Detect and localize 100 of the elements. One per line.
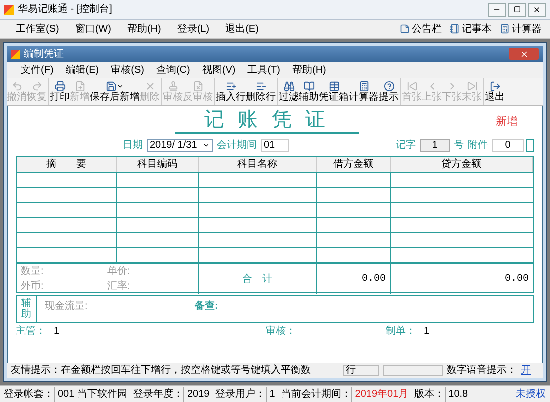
voice-prompt-label: 数字语音提示： [447, 364, 517, 378]
menu-item[interactable]: 视图(V) [196, 62, 242, 78]
column-header: 贷方金额 [391, 157, 533, 172]
skip-back-icon [406, 80, 418, 92]
column-header: 摘 要 [17, 157, 117, 172]
unit-price-label: 单价: [108, 264, 132, 279]
status-label: 登录用户： [216, 388, 266, 402]
date-field[interactable]: 2019/ 1/31 [147, 138, 213, 152]
column-header: 借方金额 [317, 157, 391, 172]
license-link[interactable]: 未授权 [516, 386, 546, 402]
close-icon [533, 6, 541, 14]
calculator-icon [358, 80, 370, 92]
status-label: 当前会计期间： [281, 388, 352, 402]
stamp-icon [168, 80, 178, 92]
number-suffix: 号 [454, 138, 464, 152]
window-title: 编制凭证 [24, 48, 64, 62]
book-icon [304, 80, 314, 92]
credit-total: 0.00 [504, 272, 529, 286]
menu-item[interactable]: 帮助(H) [286, 62, 332, 78]
menu-item[interactable]: 文件(F) [15, 62, 60, 78]
status-label: 登录帐套： [4, 388, 54, 402]
menu-item[interactable]: 工具(T) [242, 62, 286, 78]
status-value: 001 当下软件园 [54, 386, 130, 402]
close-button[interactable] [509, 48, 539, 60]
toolbar-button[interactable]: 过滤 [279, 78, 299, 105]
voice-prompt-link[interactable]: 开 [521, 363, 539, 378]
new-file-icon [74, 80, 86, 92]
signature-value: 1 [424, 324, 430, 338]
calculator-icon [500, 24, 510, 34]
voucher-number-field[interactable]: 1 [420, 138, 450, 152]
toolbar-button[interactable]: 凭证箱 [319, 78, 349, 105]
currency-label: 外币: [21, 280, 45, 294]
maximize-icon [514, 6, 520, 13]
memo-label: 备查: [195, 300, 218, 314]
menu-item[interactable]: 工作室(S) [8, 22, 68, 36]
delete-row-icon [256, 80, 266, 92]
menu-item[interactable]: 审核(S) [105, 62, 150, 78]
total-label: 合 计 [242, 272, 272, 286]
redo-icon [32, 80, 42, 92]
menu-item[interactable]: 编辑(E) [60, 62, 106, 78]
status-value: 2019年01月 [351, 386, 412, 402]
menu-item[interactable]: 登录(L) [169, 22, 218, 36]
hint-text: 友情提示：在金额栏按回车往下增行，按空格键或等号键填入平衡数 [11, 364, 312, 378]
close-icon [144, 80, 156, 92]
toolbar-button[interactable]: 打印 [50, 78, 70, 105]
signature-label: 制单： [386, 324, 416, 338]
period-label: 会计期间 [217, 138, 257, 152]
binoculars-icon [284, 80, 294, 92]
quick-tool-button[interactable]: 公告栏 [400, 22, 442, 36]
column-header: 科目编码 [117, 157, 199, 172]
menu-item[interactable]: 查询(C) [150, 62, 196, 78]
toolbar-button[interactable]: 辅助 [299, 78, 319, 105]
save-icon [106, 80, 117, 92]
spinner-icon[interactable] [526, 138, 534, 152]
table-icon [328, 80, 340, 92]
window-title: 华易记账通 - [控制台] [18, 2, 112, 17]
help-icon [384, 80, 394, 92]
insert-row-icon [226, 80, 236, 92]
debit-total: 0.00 [362, 272, 386, 286]
voucher-title: 记 账 凭 证 [174, 108, 360, 134]
cash-flow-label: 现金流量: [45, 300, 89, 314]
status-field [383, 365, 443, 376]
app-logo-icon [4, 4, 14, 14]
close-button[interactable] [528, 2, 546, 16]
menu-item[interactable]: 帮助(H) [119, 22, 170, 36]
toolbar-button[interactable]: 退出 [485, 78, 505, 105]
status-value: 10.8 [444, 386, 472, 402]
aux-label: 辅助 [22, 298, 32, 320]
quick-tool-button[interactable]: 计算器 [500, 22, 542, 36]
quantity-label: 数量: [21, 265, 45, 279]
period-field[interactable]: 01 [261, 138, 289, 152]
quick-tool-button[interactable]: 记事本 [450, 22, 492, 36]
attachments-label: 附件 [468, 138, 488, 152]
toolbar-button[interactable]: 删除行 [246, 78, 276, 105]
toolbar-button[interactable]: 保存后新增 [90, 78, 140, 105]
notebook-icon [450, 24, 460, 34]
row-field: 行 [343, 365, 379, 376]
status-label: 版本： [414, 388, 445, 402]
signature-value: 1 [54, 324, 60, 338]
voucher-mode: 新增 [496, 114, 518, 130]
skip-forward-icon [466, 80, 478, 92]
date-label: 日期 [123, 138, 143, 152]
status-value: 2019 [183, 386, 213, 402]
window-logo-icon [11, 50, 20, 58]
printer-icon [54, 80, 66, 92]
menu-item[interactable]: 退出(E) [218, 22, 267, 36]
status-value: 1 [266, 386, 278, 402]
undo-icon [12, 80, 22, 92]
toolbar-button[interactable]: 插入行 [216, 78, 246, 105]
attachments-field[interactable]: 0 [492, 138, 524, 152]
menu-item[interactable]: 窗口(W) [67, 22, 120, 36]
exit-icon [490, 80, 500, 92]
toolbar-button[interactable]: 计算器 [349, 78, 379, 105]
status-label: 登录年度： [133, 388, 184, 402]
column-header: 科目名称 [199, 157, 317, 172]
close-icon [520, 50, 528, 58]
toolbar-button[interactable]: 提示 [379, 78, 399, 105]
maximize-button[interactable] [508, 2, 526, 16]
signature-label: 审核： [266, 324, 296, 338]
rate-label: 汇率: [108, 280, 132, 294]
